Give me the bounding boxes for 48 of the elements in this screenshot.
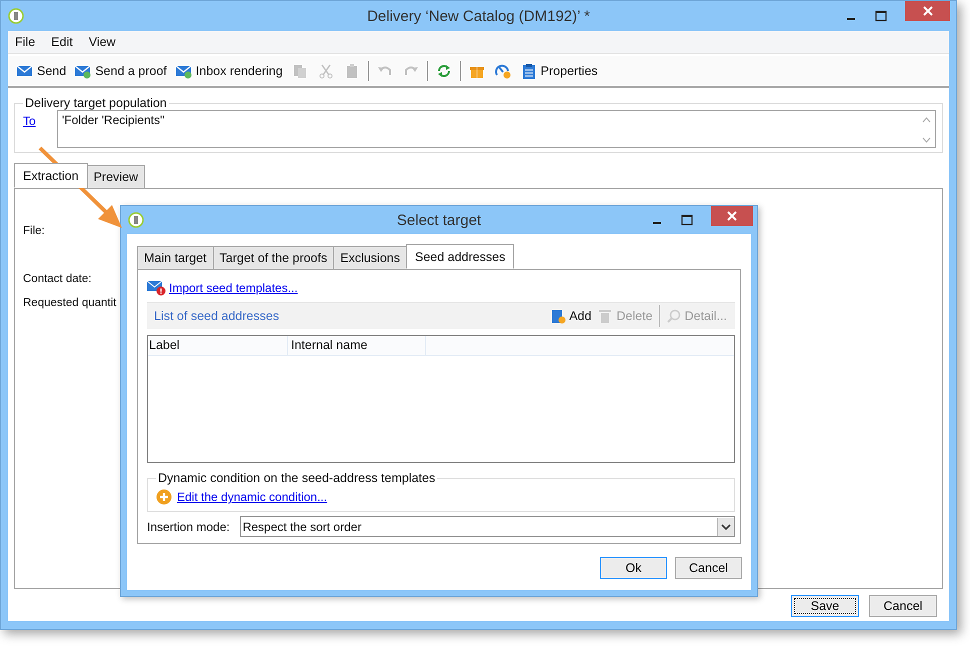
column-header[interactable]: Label	[148, 336, 288, 355]
tab[interactable]: Extraction	[14, 163, 88, 188]
toolbar-button[interactable]: Properties	[516, 59, 602, 83]
dialog-button[interactable]: Cancel	[675, 557, 742, 579]
dialog-button[interactable]: Cancel	[869, 595, 937, 617]
tab[interactable]: Exclusions	[333, 246, 407, 270]
scroll-down-icon[interactable]	[922, 137, 931, 143]
tab[interactable]: Target of the proofs	[212, 246, 334, 270]
field-label: Requested quantit	[23, 297, 116, 309]
import-link[interactable]: Import seed templates...	[169, 281, 298, 295]
target-field[interactable]: 'Folder 'Recipients''	[57, 110, 936, 148]
group-legend: Dynamic condition on the seed-address templates	[156, 471, 438, 485]
mail-warning-icon	[147, 280, 167, 296]
field-label: File:	[23, 225, 45, 237]
group-legend: Delivery target population	[23, 96, 169, 110]
tab[interactable]: Main target	[137, 246, 214, 270]
dialog-button[interactable]: Save	[791, 595, 859, 617]
delete-icon	[597, 308, 614, 324]
list-title: List of seed addresses	[154, 309, 280, 323]
maximize-icon[interactable]	[681, 214, 693, 226]
maximize-icon[interactable]	[875, 10, 887, 22]
close-icon	[727, 211, 737, 221]
close-button[interactable]	[905, 1, 950, 21]
app-icon	[8, 8, 24, 24]
close-button[interactable]	[711, 206, 753, 226]
tab[interactable]: Seed addresses	[406, 244, 514, 269]
dialog-title: Select target	[396, 212, 482, 228]
window-title: Delivery ‘New Catalog (DM192)’ *	[367, 8, 590, 24]
dialog-button[interactable]: Ok	[600, 557, 667, 579]
field-label: Insertion mode:	[147, 520, 230, 534]
to-link[interactable]: To	[23, 114, 47, 128]
send-icon	[16, 63, 34, 79]
toolbar-button[interactable]: Inbox rendering	[170, 59, 287, 83]
toolbar-button[interactable]: Send a proof	[70, 59, 171, 83]
menu-item[interactable]: View	[88, 35, 116, 49]
close-icon	[922, 6, 932, 16]
app-icon	[128, 212, 144, 228]
scroll-up-icon[interactable]	[922, 117, 931, 123]
edit-condition-link[interactable]: Edit the dynamic condition...	[177, 490, 328, 504]
add-button[interactable]: Add	[550, 308, 592, 324]
insertion-mode-dropdown[interactable]: Respect the sort order	[240, 516, 735, 537]
menu-item[interactable]: Edit	[51, 35, 73, 49]
menu-item[interactable]: File	[15, 35, 36, 49]
column-header[interactable]: Internal name	[288, 336, 426, 355]
toolbar-button[interactable]: Send	[12, 59, 70, 83]
tab[interactable]: Preview	[86, 165, 146, 189]
field-label: Contact date:	[23, 273, 92, 285]
dropdown-icon[interactable]	[717, 518, 734, 536]
